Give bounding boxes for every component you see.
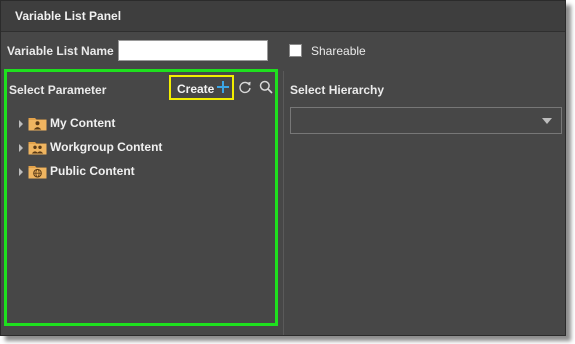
refresh-icon[interactable] [238,80,252,94]
tree-item-my-content[interactable]: My Content [17,115,217,133]
select-hierarchy-label: Select Hierarchy [290,83,385,97]
variable-list-name-input[interactable] [118,40,268,61]
expand-arrow-icon[interactable] [17,119,25,129]
tree-item-label: My Content [50,116,116,130]
globe-folder-icon [28,166,47,179]
panel-title: Variable List Panel [15,9,122,23]
tree-item-workgroup-content[interactable]: Workgroup Content [17,139,217,157]
create-label: Create [177,82,215,96]
chevron-down-icon[interactable] [542,118,552,124]
tree-item-public-content[interactable]: Public Content [17,163,217,181]
variable-list-panel: Variable List Panel Variable List Name S… [0,0,566,336]
create-button[interactable]: Create [169,75,234,100]
search-icon[interactable] [259,80,273,94]
expand-arrow-icon[interactable] [17,143,25,153]
plus-icon [217,81,229,93]
select-parameter-pane: Select Parameter Create My Content Workg… [4,69,278,326]
shareable-label: Shareable [311,44,366,58]
shareable-checkbox[interactable] [289,44,302,57]
tree-item-label: Workgroup Content [50,140,163,154]
select-parameter-label: Select Parameter [9,83,107,97]
pane-divider [283,71,284,335]
panel-titlebar: Variable List Panel [1,1,565,32]
group-folder-icon [28,142,47,155]
select-hierarchy-dropdown[interactable] [290,107,562,134]
tree-item-label: Public Content [50,164,135,178]
user-folder-icon [28,118,47,131]
variable-list-name-label: Variable List Name [7,44,114,58]
expand-arrow-icon[interactable] [17,167,25,177]
